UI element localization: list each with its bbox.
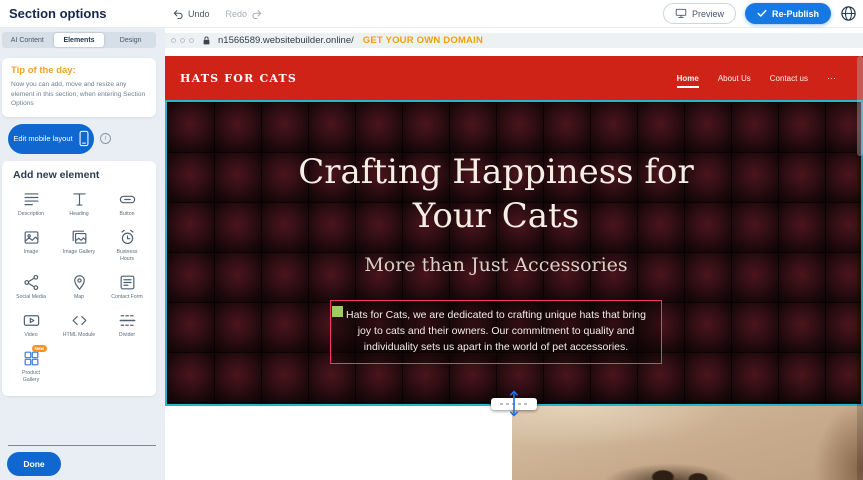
element-drag-handle[interactable] [332, 306, 343, 317]
republish-button[interactable]: Re-Publish [745, 3, 831, 24]
redo-button[interactable]: Redo [226, 8, 264, 20]
hero-section-selected[interactable]: Crafting Happiness for Your Cats More th… [165, 100, 863, 406]
nav-more-menu[interactable]: ⋯ [827, 73, 837, 84]
done-button[interactable]: Done [7, 452, 61, 476]
carpet-cat-photo [512, 406, 863, 480]
share-icon [22, 273, 41, 292]
browser-dot-icon [189, 38, 194, 43]
image-gallery-icon [70, 228, 89, 247]
topbar: Section options Undo Redo Preview Re-Pub… [0, 0, 863, 28]
text-lines-icon [22, 190, 41, 209]
element-heading[interactable]: Heading [55, 188, 103, 218]
element-product-gallery[interactable]: New Product Gallery [7, 347, 55, 384]
element-business-hours[interactable]: Business Hours [103, 226, 151, 263]
browser-bar: n1566589.websitebuilder.online/ GET YOUR… [165, 33, 863, 48]
clock-icon [118, 228, 137, 247]
image-icon [22, 228, 41, 247]
globe-icon [840, 5, 857, 22]
nav-about-us[interactable]: About Us [718, 74, 751, 83]
undo-icon [172, 8, 184, 20]
drag-vertical-arrow-icon [509, 390, 519, 417]
scrollbar-thumb[interactable] [857, 56, 863, 156]
tip-body: Now you can add, move and resize any ele… [11, 80, 147, 109]
divider-icon [118, 311, 137, 330]
preview-label: Preview [692, 9, 724, 19]
redo-label: Redo [226, 9, 248, 19]
sidebar-tabs: AI Content Elements Design [2, 32, 156, 48]
undo-button[interactable]: Undo [172, 8, 210, 20]
site-logo[interactable]: HATS FOR CATS [180, 72, 297, 85]
section-resize-handle[interactable] [491, 390, 537, 417]
tab-elements[interactable]: Elements [54, 33, 105, 47]
tab-design[interactable]: Design [105, 32, 156, 48]
site-nav: Home About Us Contact us ⋯ [677, 73, 837, 84]
hero-title[interactable]: Crafting Happiness for Your Cats [276, 150, 716, 238]
republish-label: Re-Publish [772, 9, 819, 19]
element-grid: Description Heading Button Image Image G… [7, 188, 151, 384]
button-icon [118, 190, 137, 209]
site-url: n1566589.websitebuilder.online/ [218, 35, 354, 46]
app-window: Section options Undo Redo Preview Re-Pub… [0, 0, 863, 480]
sidebar-divider [8, 445, 156, 446]
lock-icon [202, 35, 211, 46]
element-map[interactable]: Map [55, 271, 103, 301]
mobile-layout-row: Edit mobile layout i [8, 124, 156, 154]
sidebar: AI Content Elements Design Tip of the da… [0, 28, 165, 480]
element-description[interactable]: Description [7, 188, 55, 218]
video-icon [22, 311, 41, 330]
language-globe-button[interactable] [840, 5, 857, 22]
element-image-gallery[interactable]: Image Gallery [55, 226, 103, 263]
hero-description-text: Hats for Cats, we are dedicated to craft… [340, 308, 652, 355]
preview-scrollbar [857, 56, 863, 480]
preview-area: n1566589.websitebuilder.online/ GET YOUR… [165, 28, 863, 480]
preview-button[interactable]: Preview [663, 3, 736, 24]
page-title: Section options [9, 0, 107, 28]
phone-icon [79, 130, 89, 147]
element-social-media[interactable]: Social Media [7, 271, 55, 301]
check-icon [757, 9, 767, 18]
site-header: HATS FOR CATS Home About Us Contact us ⋯ [165, 56, 863, 100]
tab-ai-content[interactable]: AI Content [2, 32, 53, 48]
edit-mobile-label: Edit mobile layout [13, 134, 72, 143]
edit-mobile-layout-button[interactable]: Edit mobile layout [8, 124, 94, 154]
topbar-actions: Preview Re-Publish [663, 3, 857, 24]
nav-home[interactable]: Home [677, 74, 699, 83]
heading-icon [70, 190, 89, 209]
add-new-element-panel: Add new element Description Heading Butt… [2, 161, 156, 396]
tip-of-the-day-card: Tip of the day: Now you can add, move an… [2, 58, 156, 117]
browser-dot-icon [171, 38, 176, 43]
add-panel-title: Add new element [13, 169, 151, 181]
get-domain-link[interactable]: GET YOUR OWN DOMAIN [363, 35, 483, 46]
next-section [165, 406, 863, 480]
element-button[interactable]: Button [103, 188, 151, 218]
browser-dot-icon [180, 38, 185, 43]
redo-icon [251, 8, 263, 20]
hero-description-element[interactable]: Hats for Cats, we are dedicated to craft… [330, 300, 662, 363]
hero-subtitle[interactable]: More than Just Accessories [364, 254, 627, 276]
nav-contact-us[interactable]: Contact us [770, 74, 808, 83]
undo-label: Undo [188, 9, 210, 19]
contact-form-icon [118, 273, 137, 292]
element-contact-form[interactable]: Contact Form [103, 271, 151, 301]
tip-title: Tip of the day: [11, 65, 147, 76]
info-icon[interactable]: i [100, 133, 111, 144]
element-html-module[interactable]: HTML Module [55, 309, 103, 339]
code-icon [70, 311, 89, 330]
map-pin-icon [70, 273, 89, 292]
element-divider[interactable]: Divider [103, 309, 151, 339]
element-image[interactable]: Image [7, 226, 55, 263]
hero-content: Crafting Happiness for Your Cats More th… [167, 102, 825, 404]
undo-redo-group: Undo Redo [172, 0, 263, 28]
monitor-icon [675, 8, 687, 19]
element-video[interactable]: Video [7, 309, 55, 339]
new-badge: New [32, 345, 47, 352]
site-canvas: HATS FOR CATS Home About Us Contact us ⋯… [165, 56, 863, 480]
